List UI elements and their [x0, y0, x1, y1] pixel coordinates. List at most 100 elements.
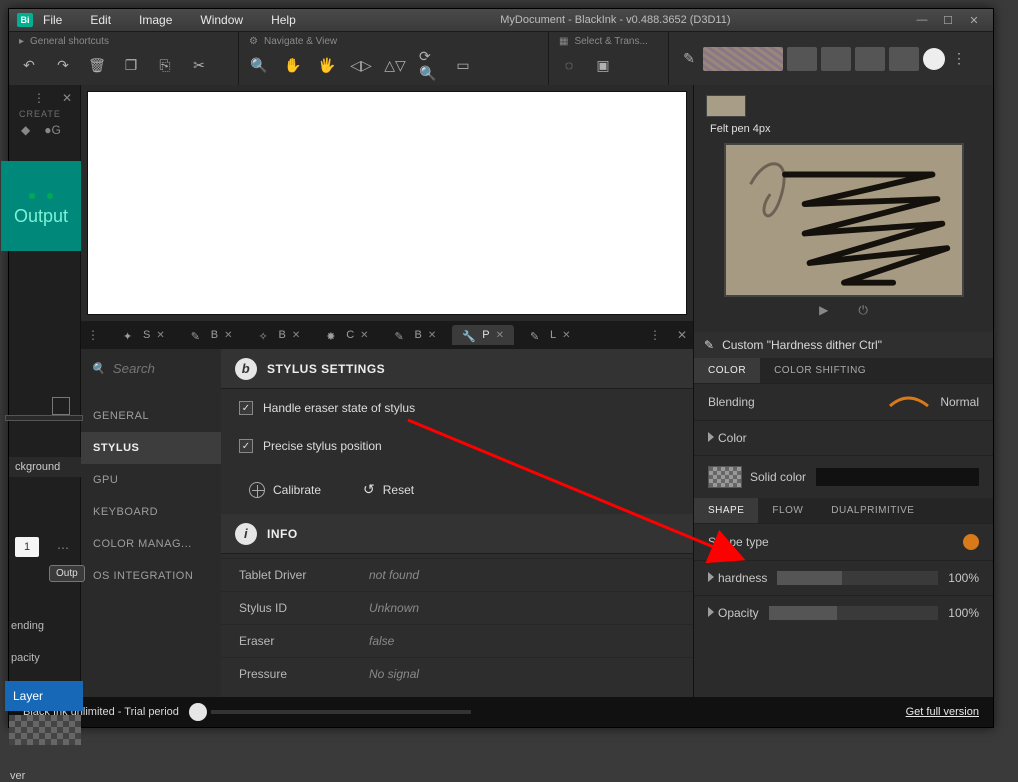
custom-controller-row[interactable]: ✎ Custom "Hardness dither Ctrl" [694, 332, 993, 358]
tab-close-icon[interactable]: ✕ [156, 330, 164, 341]
brush-chip[interactable] [706, 95, 746, 117]
checkbox-precise-position[interactable]: ✓ Precise stylus position [221, 427, 693, 465]
nav-gpu[interactable]: GPU [81, 464, 221, 496]
select-group-icon[interactable]: ▦ [559, 36, 568, 47]
brush-swatch-4[interactable] [889, 47, 919, 71]
layer-row-selected[interactable]: Layer [5, 681, 83, 711]
brush-menu-icon[interactable]: ⋮ [949, 49, 969, 69]
brush-tool-icon[interactable]: ✎ [679, 49, 699, 69]
flip-v-icon[interactable]: △▽ [385, 55, 405, 75]
nav-stylus[interactable]: STYLUS [81, 432, 221, 464]
eraser-tool-icon[interactable] [923, 48, 945, 70]
layers-icon[interactable]: ◆ [21, 123, 30, 137]
zoom-reset-icon[interactable]: ⟳🔍 [419, 55, 439, 75]
document-canvas[interactable] [87, 91, 687, 315]
tab-l[interactable]: ✎L✕ [520, 325, 581, 345]
menu-edit[interactable]: Edit [90, 13, 111, 27]
nav-keyboard[interactable]: KEYBOARD [81, 496, 221, 528]
hardness-row[interactable]: hardness 100% [694, 560, 993, 595]
close-button[interactable]: ✕ [963, 13, 985, 27]
tab-b2[interactable]: ✧B✕ [248, 325, 310, 345]
blending-row[interactable]: Blending Normal [694, 383, 993, 420]
menu-file[interactable]: File [43, 13, 62, 27]
shape-type-dot-icon[interactable] [963, 534, 979, 550]
tab-shape[interactable]: SHAPE [694, 498, 758, 523]
tab-close-icon[interactable]: ✕ [428, 330, 436, 341]
zoom-icon[interactable]: 🔍 [249, 55, 269, 75]
tab-color-shifting[interactable]: COLOR SHIFTING [760, 358, 880, 383]
power-icon[interactable]: ⏻ [858, 303, 868, 318]
tab-close-icon[interactable]: ✕ [292, 330, 300, 341]
minimize-button[interactable]: — [911, 13, 933, 27]
play-icon[interactable]: ▶ [819, 303, 828, 318]
calibrate-button[interactable]: Calibrate [235, 475, 335, 504]
shape-type-row[interactable]: Shape type [694, 523, 993, 560]
transform-icon[interactable]: ▣ [593, 55, 613, 75]
dock-drag-handle-icon[interactable]: ⋮ [33, 91, 47, 105]
color-swatch-icon[interactable] [708, 466, 742, 488]
marquee-icon[interactable]: ◌ [559, 55, 579, 75]
checkbox-icon[interactable]: ✓ [239, 401, 253, 415]
tab-close-icon[interactable]: ✕ [496, 330, 504, 341]
menu-window[interactable]: Window [200, 13, 243, 27]
tab-more-icon[interactable]: ⋯ [57, 541, 69, 555]
reset-button[interactable]: ↺Reset [349, 475, 428, 504]
paste-icon[interactable]: ⎘ [155, 55, 175, 75]
checkbox-icon[interactable]: ✓ [239, 439, 253, 453]
tab-color[interactable]: COLOR [694, 358, 760, 383]
menu-help[interactable]: Help [271, 13, 296, 27]
brush-swatch-1[interactable] [787, 47, 817, 71]
background-layer-label[interactable]: ckground [9, 457, 81, 477]
expand-icon[interactable]: ▸ [19, 36, 24, 47]
undo-icon[interactable]: ↶ [19, 55, 39, 75]
tabstrip-close-icon[interactable]: ✕ [677, 328, 687, 342]
transparency-layer-icon[interactable] [9, 715, 81, 745]
brush-picker-strip: ✎ ⋮ [669, 32, 993, 85]
tab-close-icon[interactable]: ✕ [562, 330, 570, 341]
gear-icon[interactable]: ⚙ [249, 36, 258, 47]
solid-color-input[interactable] [816, 468, 979, 486]
cut-icon[interactable]: ✂ [189, 55, 209, 75]
search-icon[interactable]: 🔍 [91, 362, 105, 375]
nav-os-integration[interactable]: OS INTEGRATION [81, 560, 221, 592]
brush-swatch-2[interactable] [821, 47, 851, 71]
tab-close-icon[interactable]: ✕ [224, 330, 232, 341]
brush-swatch-3[interactable] [855, 47, 885, 71]
tab-flow[interactable]: FLOW [758, 498, 817, 523]
brush-stroke-preview[interactable] [703, 47, 783, 71]
settings-search-input[interactable] [113, 361, 203, 376]
redo-icon[interactable]: ↷ [53, 55, 73, 75]
tab-close-icon[interactable]: ✕ [360, 330, 368, 341]
tabstrip-menu-icon[interactable]: ⋮ [649, 328, 661, 342]
nav-color-manag[interactable]: COLOR MANAG... [81, 528, 221, 560]
solid-color-row[interactable]: Solid color [694, 455, 993, 498]
trash-icon[interactable]: 🗑 [87, 55, 107, 75]
rotate-icon[interactable]: 🖐 [317, 55, 337, 75]
maximize-button[interactable]: ☐ [937, 13, 959, 27]
hand-icon[interactable]: ✋ [283, 55, 303, 75]
output-button[interactable]: Outp [49, 565, 85, 582]
tab-dualprimitive[interactable]: DUALPRIMITIVE [817, 498, 928, 523]
flip-h-icon[interactable]: ◁▷ [351, 55, 371, 75]
menu-image[interactable]: Image [139, 13, 172, 27]
screen-icon[interactable]: ▭ [453, 55, 473, 75]
nav-general[interactable]: GENERAL [81, 400, 221, 432]
dock-close-icon[interactable]: ✕ [62, 91, 72, 105]
output-node[interactable]: Output [1, 161, 81, 251]
tab-p-active[interactable]: 🔧P✕ [452, 325, 514, 345]
tab-b1[interactable]: ✎B✕ [181, 325, 243, 345]
copy-icon[interactable]: ❐ [121, 55, 141, 75]
checkbox-eraser-state[interactable]: ✓ Handle eraser state of stylus [221, 389, 693, 427]
tabstrip-more-icon[interactable]: ⋮ [87, 328, 99, 342]
opacity-slider[interactable] [769, 606, 939, 620]
tab-b3[interactable]: ✎B✕ [385, 325, 447, 345]
group-icon[interactable]: ●G [44, 123, 61, 137]
tab-number[interactable]: 1 [15, 537, 39, 557]
square-toggle-icon[interactable] [52, 397, 70, 415]
hardness-slider[interactable] [777, 571, 938, 585]
tab-s[interactable]: ✦S✕ [113, 325, 175, 345]
tab-c[interactable]: ✸C✕ [316, 325, 378, 345]
opacity-row[interactable]: Opacity 100% [694, 595, 993, 630]
get-full-version-link[interactable]: Get full version [906, 706, 979, 718]
color-expander[interactable]: Color [694, 420, 993, 455]
